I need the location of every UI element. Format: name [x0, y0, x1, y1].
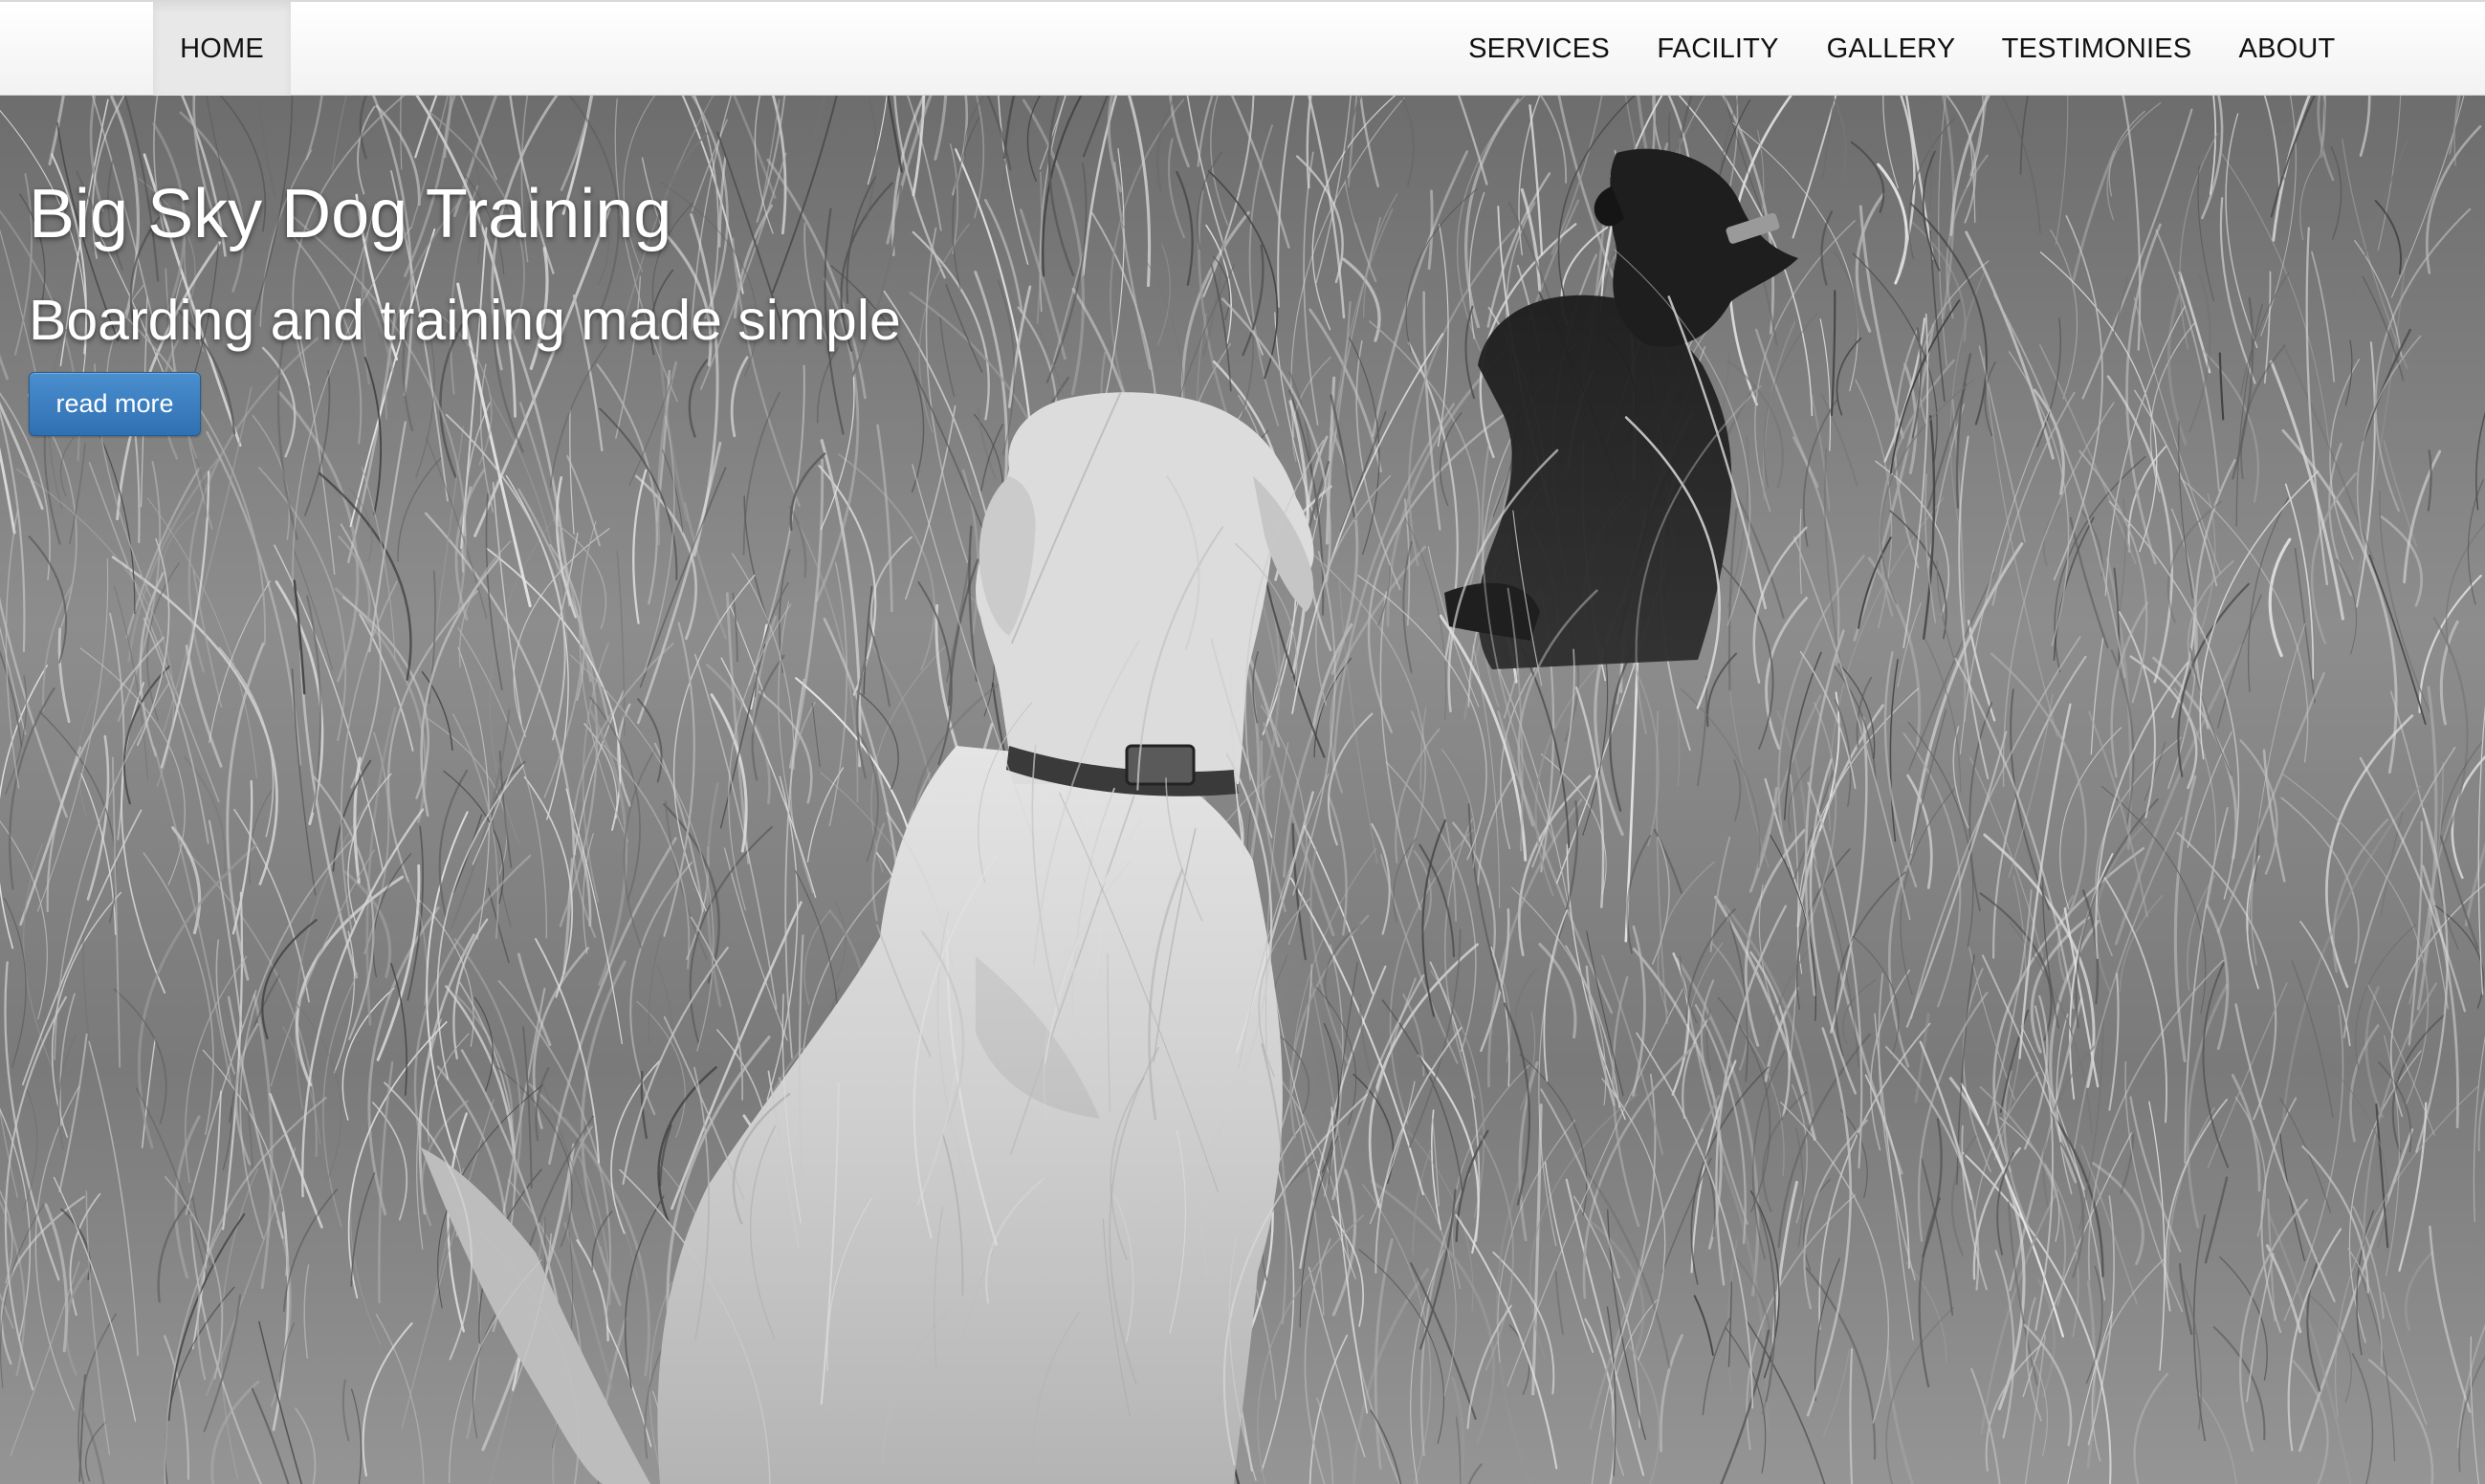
nav-item-about[interactable]: ABOUT [2229, 2, 2345, 96]
hero-subtitle: Boarding and training made simple [29, 289, 901, 352]
hero-title: Big Sky Dog Training [29, 176, 672, 252]
read-more-button[interactable]: read more [29, 372, 201, 436]
nav-item-services[interactable]: SERVICES [1460, 2, 1618, 96]
nav-item-home[interactable]: HOME [153, 2, 291, 96]
hero-text-block: Big Sky Dog Training Boarding and traini… [29, 180, 901, 436]
hero-banner: Big Sky Dog Training Boarding and traini… [0, 96, 2485, 1484]
nav-item-gallery[interactable]: GALLERY [1817, 2, 1965, 96]
dark-dog-figure [1444, 148, 1798, 669]
nav-item-testimonies[interactable]: TESTIMONIES [1999, 2, 2194, 96]
nav-item-facility[interactable]: FACILITY [1653, 2, 1783, 96]
top-navbar: HOME SERVICES FACILITY GALLERY TESTIMONI… [0, 0, 2485, 96]
